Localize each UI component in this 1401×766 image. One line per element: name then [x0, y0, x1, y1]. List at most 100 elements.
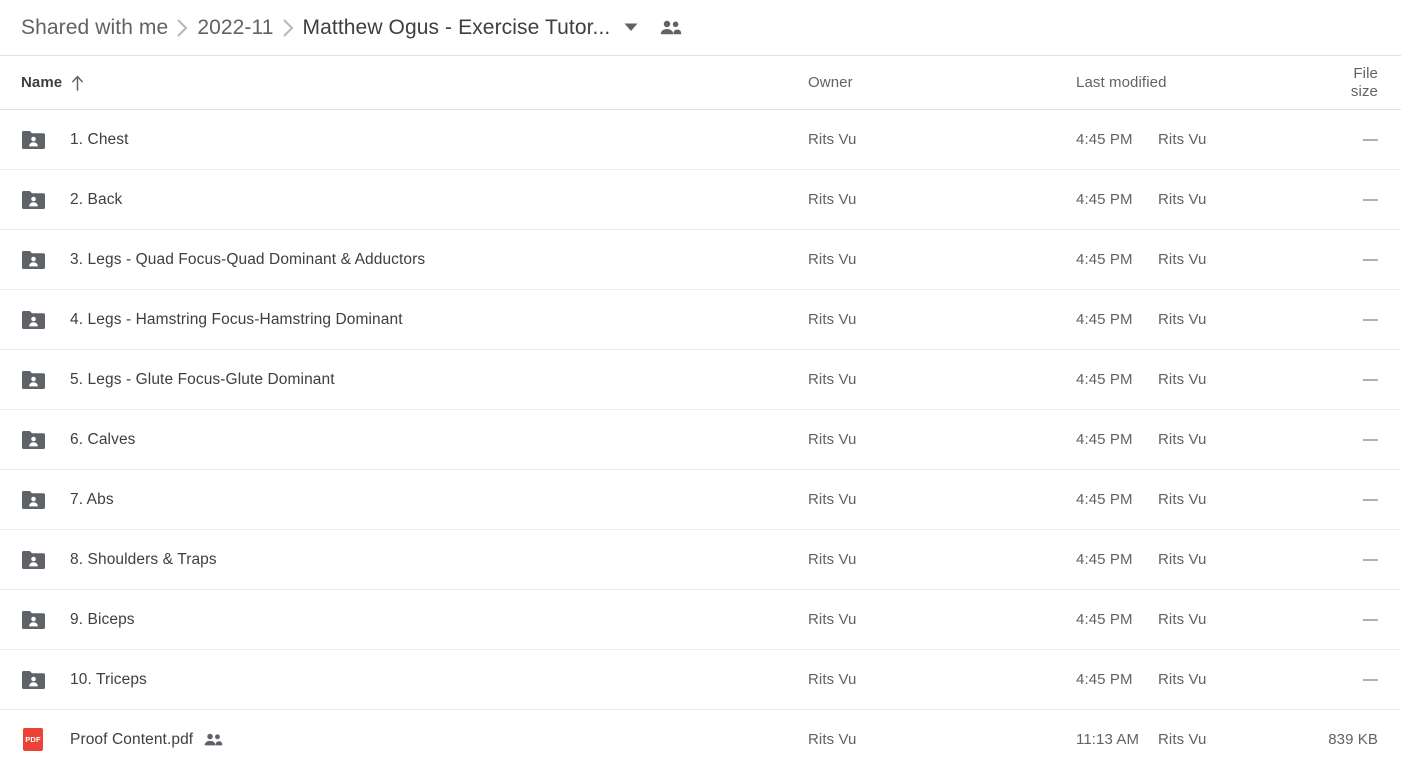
file-name-label: 1. Chest	[70, 130, 129, 148]
owner-label: Rits Vu	[808, 610, 857, 628]
table-row[interactable]: 9. Biceps Rits Vu 4:45 PM Rits Vu —	[0, 590, 1401, 650]
table-row[interactable]: 7. Abs Rits Vu 4:45 PM Rits Vu —	[0, 470, 1401, 530]
modified-by-label: Rits Vu	[1158, 251, 1207, 268]
cell-file-size: —	[1324, 611, 1401, 629]
cell-last-modified: 4:45 PM Rits Vu	[1076, 611, 1324, 628]
breadcrumb-item-shared-with-me[interactable]: Shared with me	[21, 16, 168, 40]
breadcrumb-item-2022-11[interactable]: 2022-11	[197, 16, 273, 40]
file-name-label: 10. Triceps	[70, 670, 147, 688]
cell-file-size: —	[1324, 251, 1401, 269]
cell-name[interactable]: 5. Legs - Glute Focus-Glute Dominant	[0, 368, 808, 392]
cell-name[interactable]: 2. Back	[0, 188, 808, 212]
modified-time-label: 4:45 PM	[1076, 191, 1133, 208]
shared-folder-icon	[21, 251, 45, 269]
column-header-file-size[interactable]: File size	[1324, 65, 1401, 101]
cell-last-modified: 11:13 AM Rits Vu	[1076, 731, 1324, 748]
owner-label: Rits Vu	[808, 250, 857, 268]
shared-folder-icon	[21, 431, 45, 449]
cell-last-modified: 4:45 PM Rits Vu	[1076, 131, 1324, 148]
file-size-label: —	[1362, 670, 1378, 688]
modified-time-label: 4:45 PM	[1076, 431, 1133, 448]
file-name-label: 9. Biceps	[70, 610, 135, 628]
table-row[interactable]: 2. Back Rits Vu 4:45 PM Rits Vu —	[0, 170, 1401, 230]
cell-file-size: —	[1324, 311, 1401, 329]
cell-owner: Rits Vu	[808, 611, 1076, 629]
chevron-right-icon	[283, 19, 294, 37]
modified-time-label: 4:45 PM	[1076, 311, 1133, 328]
file-name-label: 3. Legs - Quad Focus-Quad Dominant & Add…	[70, 250, 426, 268]
owner-label: Rits Vu	[808, 130, 857, 148]
table-row[interactable]: 6. Calves Rits Vu 4:45 PM Rits Vu —	[0, 410, 1401, 470]
cell-owner: Rits Vu	[808, 731, 1076, 749]
cell-last-modified: 4:45 PM Rits Vu	[1076, 311, 1324, 328]
table-row[interactable]: 8. Shoulders & Traps Rits Vu 4:45 PM Rits V…	[0, 530, 1401, 590]
column-header-last-modified[interactable]: Last modified	[1076, 74, 1324, 91]
cell-file-size: —	[1324, 551, 1401, 569]
cell-last-modified: 4:45 PM Rits Vu	[1076, 251, 1324, 268]
shared-folder-icon	[21, 191, 45, 209]
column-header-owner[interactable]: Owner	[808, 74, 1076, 92]
table-row[interactable]: 10. Triceps Rits Vu 4:45 PM Rits Vu —	[0, 650, 1401, 710]
column-header-name[interactable]: Name	[0, 74, 808, 91]
cell-name[interactable]: PDF Proof Content.pdf	[0, 728, 808, 752]
owner-label: Rits Vu	[808, 430, 857, 448]
owner-label: Rits Vu	[808, 370, 857, 388]
breadcrumb-item-current-folder[interactable]: Matthew Ogus - Exercise Tutor...	[303, 16, 611, 40]
file-size-label: —	[1362, 610, 1378, 628]
file-list-table: Name Owner Last modified File size 1. Ch…	[0, 56, 1401, 766]
chevron-down-icon[interactable]	[624, 23, 638, 32]
table-row[interactable]: 3. Legs - Quad Focus-Quad Dominant & Add…	[0, 230, 1401, 290]
shared-folder-icon	[21, 188, 45, 212]
cell-name[interactable]: 10. Triceps	[0, 668, 808, 692]
cell-owner: Rits Vu	[808, 371, 1076, 389]
shared-folder-icon	[21, 131, 45, 149]
cell-name[interactable]: 3. Legs - Quad Focus-Quad Dominant & Add…	[0, 248, 808, 272]
cell-name[interactable]: 6. Calves	[0, 428, 808, 452]
owner-label: Rits Vu	[808, 190, 857, 208]
shared-folder-icon	[21, 551, 45, 569]
cell-name[interactable]: 7. Abs	[0, 488, 808, 512]
modified-time-label: 4:45 PM	[1076, 371, 1133, 388]
column-header-last-modified-label: Last modified	[1076, 74, 1167, 91]
breadcrumb: Shared with me 2022-11 Matthew Ogus - Ex…	[0, 0, 1401, 56]
file-name-label: Proof Content.pdf	[70, 730, 194, 748]
shared-folder-icon	[21, 371, 45, 389]
cell-owner: Rits Vu	[808, 671, 1076, 689]
pdf-icon-label: PDF	[23, 728, 43, 751]
modified-time-label: 4:45 PM	[1076, 611, 1133, 628]
file-size-label: —	[1362, 190, 1378, 208]
cell-file-size: —	[1324, 491, 1401, 509]
table-row[interactable]: 5. Legs - Glute Focus-Glute Dominant Rits…	[0, 350, 1401, 410]
cell-owner: Rits Vu	[808, 431, 1076, 449]
shared-folder-icon	[21, 671, 45, 689]
people-icon	[204, 733, 223, 747]
file-size-label: —	[1362, 310, 1378, 328]
table-body: 1. Chest Rits Vu 4:45 PM Rits Vu — 2. Back Rit…	[0, 110, 1401, 766]
owner-label: Rits Vu	[808, 310, 857, 328]
table-row[interactable]: 1. Chest Rits Vu 4:45 PM Rits Vu —	[0, 110, 1401, 170]
shared-folder-icon	[21, 368, 45, 392]
cell-file-size: —	[1324, 431, 1401, 449]
modified-time-label: 4:45 PM	[1076, 131, 1133, 148]
cell-name[interactable]: 1. Chest	[0, 128, 808, 152]
cell-name[interactable]: 9. Biceps	[0, 608, 808, 632]
owner-label: Rits Vu	[808, 490, 857, 508]
modified-time-label: 4:45 PM	[1076, 551, 1133, 568]
owner-label: Rits Vu	[808, 670, 857, 688]
table-row[interactable]: 4. Legs - Hamstring Focus-Hamstring Domi…	[0, 290, 1401, 350]
column-header-file-size-label: File size	[1350, 64, 1378, 100]
cell-name[interactable]: 4. Legs - Hamstring Focus-Hamstring Domi…	[0, 308, 808, 332]
arrow-up-icon[interactable]	[71, 75, 84, 91]
cell-name[interactable]: 8. Shoulders & Traps	[0, 548, 808, 572]
file-name-label: 8. Shoulders & Traps	[70, 550, 217, 568]
cell-file-size: —	[1324, 131, 1401, 149]
column-header-owner-label: Owner	[808, 73, 853, 91]
owner-label: Rits Vu	[808, 730, 857, 748]
table-row[interactable]: PDF Proof Content.pdf Rits Vu 11:13 AM Rits …	[0, 710, 1401, 766]
file-size-label: —	[1362, 250, 1378, 268]
people-icon[interactable]	[660, 20, 682, 36]
cell-last-modified: 4:45 PM Rits Vu	[1076, 491, 1324, 508]
shared-folder-icon	[21, 608, 45, 632]
shared-folder-icon	[21, 488, 45, 512]
cell-owner: Rits Vu	[808, 191, 1076, 209]
